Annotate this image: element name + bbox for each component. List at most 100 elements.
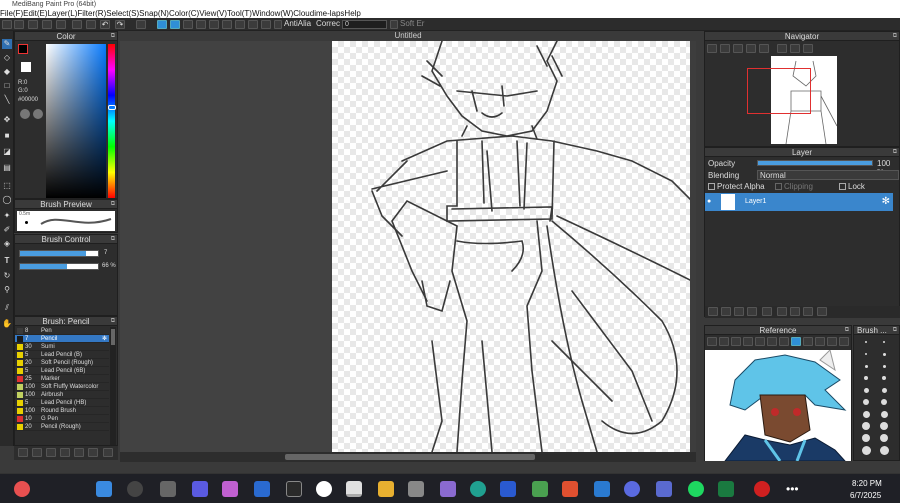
layer-gear-icon[interactable]: ✻ <box>882 196 890 207</box>
menu-item[interactable]: Help <box>344 9 360 18</box>
brush-list-item[interactable]: 5 Lead Pencil (B) <box>15 351 109 359</box>
snap-vanish-icon[interactable] <box>196 20 206 29</box>
move-up-icon[interactable] <box>777 307 787 316</box>
brush-size-dot[interactable] <box>863 387 869 393</box>
pen-app-icon[interactable] <box>594 481 610 497</box>
k-app-icon[interactable] <box>656 481 672 497</box>
brush-size-dot[interactable] <box>861 445 871 455</box>
move-down-icon[interactable] <box>790 307 800 316</box>
capcut-icon[interactable] <box>286 481 302 497</box>
snap-off-icon[interactable] <box>157 20 167 29</box>
snap-parallel-icon[interactable] <box>170 20 180 29</box>
menu-item[interactable]: Filter(R) <box>77 9 106 18</box>
brush-size-dot[interactable] <box>880 410 888 418</box>
layer-icon[interactable] <box>72 20 82 29</box>
new-icon[interactable] <box>14 20 24 29</box>
menu-item[interactable]: Color(C) <box>169 9 199 18</box>
tool-option-icon[interactable] <box>2 20 12 29</box>
ref-rotate-icon[interactable] <box>815 337 825 346</box>
clipping-checkbox[interactable] <box>775 183 782 190</box>
hue-slider-handle[interactable] <box>108 105 116 110</box>
select-eraser-tool-icon[interactable]: ◈ <box>2 239 12 249</box>
eraser-tool-icon[interactable]: ◇ <box>2 53 12 63</box>
brush-size-dot[interactable] <box>863 399 869 405</box>
file-explorer-icon[interactable] <box>378 481 394 497</box>
background-color-swatch[interactable] <box>21 62 31 72</box>
medibang-taskbar-icon[interactable] <box>346 481 362 497</box>
meet-icon[interactable] <box>192 481 208 497</box>
brush-add-icon[interactable] <box>18 448 28 457</box>
brush-copy-icon[interactable] <box>32 448 42 457</box>
canvas-horizontal-scrollbar[interactable] <box>120 452 696 462</box>
more-apps-icon[interactable]: ••• <box>786 482 799 496</box>
brush-size-dot[interactable] <box>881 387 887 393</box>
line-tool-icon[interactable]: ╲ <box>2 95 12 105</box>
menu-item[interactable]: ime-laps <box>314 9 344 18</box>
ref-close-icon[interactable] <box>839 337 849 346</box>
gear-icon[interactable] <box>261 20 271 29</box>
flip-icon[interactable] <box>759 44 769 53</box>
task-view-icon[interactable] <box>160 481 176 497</box>
brush-settings-icon[interactable] <box>88 448 98 457</box>
brush-list-item[interactable]: 100 Round Brush <box>15 407 109 415</box>
rotate-right-icon[interactable] <box>790 44 800 53</box>
protect-alpha-checkbox[interactable] <box>708 183 715 190</box>
brush-size-dot[interactable] <box>883 341 885 343</box>
magic-wand-tool-icon[interactable]: ✦ <box>2 211 12 221</box>
settings-icon[interactable] <box>408 481 424 497</box>
antialias-checkbox[interactable] <box>274 20 282 29</box>
layer-visibility-eye-icon[interactable]: ● <box>707 198 711 205</box>
menu-item[interactable]: Tool(T) <box>227 9 252 18</box>
merge-layer-icon[interactable] <box>747 307 757 316</box>
brush-list-item[interactable]: 100 Soft Fluffy Watercolor <box>15 383 109 391</box>
brush-list-item[interactable]: 100 Airbrush <box>15 391 109 399</box>
dot-tool-icon[interactable]: ◆ <box>2 67 12 77</box>
redo-icon[interactable]: ↷ <box>115 20 125 29</box>
drawing-canvas[interactable] <box>332 40 693 453</box>
hue-slider[interactable] <box>108 44 115 198</box>
menu-item[interactable]: Cloud <box>293 9 314 18</box>
fit-icon[interactable] <box>733 44 743 53</box>
excel-icon[interactable] <box>718 481 734 497</box>
canvas-vertical-scrollbar[interactable] <box>690 41 696 452</box>
brush-size-grid[interactable] <box>854 336 900 462</box>
ref-eyedropper-icon[interactable] <box>803 337 813 346</box>
layer-opacity-slider[interactable] <box>757 160 873 166</box>
duplicate-layer-icon[interactable] <box>734 307 744 316</box>
word-icon[interactable] <box>500 481 516 497</box>
menu-item[interactable]: Select(S) <box>106 9 139 18</box>
brush-size-dot[interactable] <box>864 364 868 368</box>
ref-open-icon[interactable] <box>707 337 717 346</box>
new-layer-icon[interactable] <box>708 307 718 316</box>
brush-tool-icon[interactable]: ✎ <box>2 39 12 49</box>
snap-curve-icon[interactable] <box>235 20 245 29</box>
lock-checkbox[interactable] <box>839 183 846 190</box>
actual-size-icon[interactable] <box>746 44 756 53</box>
brush-size-dot[interactable] <box>880 422 888 430</box>
ref-fit-icon[interactable] <box>767 337 777 346</box>
soft-eraser-checkbox[interactable] <box>390 20 398 29</box>
brush-list-item[interactable]: 7 Pencil ✻ <box>15 335 109 343</box>
opera-icon[interactable] <box>754 481 770 497</box>
snap-cross-icon[interactable] <box>183 20 193 29</box>
brush-size-dot[interactable] <box>882 364 886 368</box>
operation-tool-icon[interactable]: ↻ <box>2 271 12 281</box>
brush-list-item[interactable]: 20 Pencil (Rough) <box>15 423 109 431</box>
delete-layer-icon[interactable] <box>817 307 827 316</box>
menu-item[interactable]: File(F) <box>0 9 23 18</box>
snap-circle-icon[interactable] <box>222 20 232 29</box>
menu-item[interactable]: Snap(N) <box>139 9 169 18</box>
paint-icon[interactable] <box>440 481 456 497</box>
menu-item[interactable]: View(V) <box>199 9 227 18</box>
brush-opacity-slider[interactable] <box>19 263 99 270</box>
brush-list-item[interactable]: 30 Sumi <box>15 343 109 351</box>
search-icon[interactable] <box>127 481 143 497</box>
lasso-tool-icon[interactable]: ◯ <box>2 195 12 205</box>
brush-size-dot[interactable] <box>865 353 867 355</box>
brush-list-scrollbar[interactable] <box>110 327 116 445</box>
zoom-out-icon[interactable] <box>720 44 730 53</box>
rotate-left-icon[interactable] <box>777 44 787 53</box>
minecraft-icon[interactable] <box>532 481 548 497</box>
brush-size-dot[interactable] <box>864 376 868 380</box>
snap-setting-icon[interactable] <box>248 20 258 29</box>
